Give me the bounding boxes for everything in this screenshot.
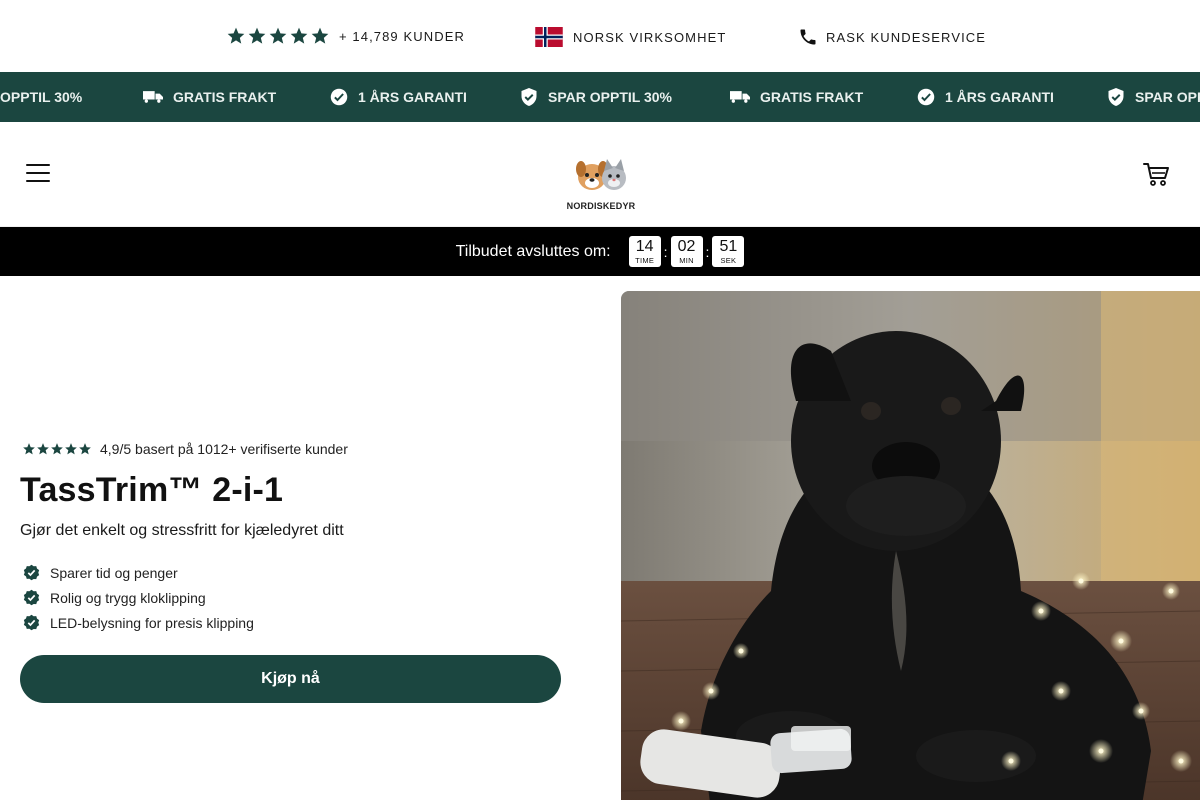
buy-now-button[interactable]: Kjøp nå (20, 655, 561, 703)
check-badge-icon (23, 589, 40, 606)
feature-label: LED-belysning for presis klipping (50, 614, 254, 631)
countdown-separator: : (663, 243, 668, 260)
countdown-minutes: 02 MIN (670, 236, 703, 267)
marquee-label: GRATIS FRAKT (173, 89, 277, 105)
site-logo[interactable]: NORDISKEDYR (562, 147, 640, 235)
feature-item: LED-belysning for presis klipping (20, 610, 561, 635)
dog-cat-logo-icon (576, 159, 626, 190)
marquee-label: OPPTIL 30% (0, 89, 83, 105)
trust-norwegian: NORSK VIRKSOMHET (535, 27, 726, 47)
marquee-item: OPPTIL 30% (0, 72, 82, 122)
marquee-item: GRATIS FRAKT (143, 72, 276, 122)
check-badge-icon (23, 614, 40, 631)
check-badge-icon (23, 564, 40, 581)
customers-count: + 14,789 KUNDER (339, 28, 465, 44)
check-circle-icon (330, 88, 348, 106)
check-circle-icon (917, 88, 935, 106)
countdown-seconds: 51 SEK (712, 236, 745, 267)
hero-content: 4,9/5 basert på 1012+ verifiserte kunder… (20, 441, 561, 703)
marquee-item: 1 ÅRS GARANTI (917, 72, 1054, 122)
hamburger-icon (26, 164, 50, 166)
feature-list: Sparer tid og penger Rolig og trygg klok… (20, 560, 561, 635)
logo-text: NORDISKEDYR (566, 201, 636, 211)
minutes-unit: MIN (679, 255, 694, 265)
cart-button[interactable] (1142, 160, 1170, 188)
product-title: TassTrim™ 2-i-1 (20, 471, 284, 509)
menu-button[interactable] (26, 164, 50, 184)
shield-check-icon (1108, 88, 1124, 106)
product-subtitle: Gjør det enkelt og stressfritt for kjæle… (20, 522, 344, 539)
norway-flag-icon (535, 27, 563, 47)
product-hero: 4,9/5 basert på 1012+ verifiserte kunder… (0, 276, 1200, 800)
promo-marquee: OPPTIL 30% GRATIS FRAKT 1 ÅRS GARANTI SP… (0, 72, 1200, 122)
rating-summary: 4,9/5 basert på 1012+ verifiserte kunder (22, 441, 561, 457)
rating-text: 4,9/5 basert på 1012+ verifiserte kunder (100, 441, 348, 457)
feature-label: Rolig og trygg kloklipping (50, 589, 206, 606)
product-photo (621, 291, 1200, 800)
marquee-item: SPAR OPPTIL 30% (520, 72, 672, 122)
rating-stars-icon (226, 26, 330, 46)
marquee-label: SPAR OPPTIL 30% (548, 89, 672, 105)
seconds-unit: SEK (720, 255, 737, 265)
minutes-value: 02 (677, 237, 696, 255)
shield-check-icon (521, 88, 537, 106)
norwegian-text: NORSK VIRKSOMHET (573, 29, 727, 45)
truck-icon (730, 91, 750, 103)
marquee-item: SPAR OPP (1107, 72, 1200, 122)
rating-stars-icon (22, 442, 92, 456)
marquee-item: 1 ÅRS GARANTI (330, 72, 467, 122)
countdown-separator: : (705, 243, 710, 260)
feature-label: Sparer tid og penger (50, 564, 178, 581)
phone-icon (800, 29, 816, 45)
trust-bar: + 14,789 KUNDER NORSK VIRKSOMHET RASK KU… (0, 0, 1200, 72)
marquee-label: 1 ÅRS GARANTI (358, 89, 467, 105)
dog-with-nail-trimmer-image (621, 291, 1200, 800)
marquee-label: GRATIS FRAKT (760, 89, 864, 105)
marquee-label: 1 ÅRS GARANTI (945, 89, 1054, 105)
hours-value: 14 (635, 237, 654, 255)
hours-unit: TIME (635, 255, 655, 265)
seconds-value: 51 (719, 237, 738, 255)
trust-service: RASK KUNDESERVICE (798, 27, 986, 47)
countdown-label: Tilbudet avsluttes om: (455, 242, 611, 260)
marquee-item: GRATIS FRAKT (730, 72, 863, 122)
cart-icon (1143, 163, 1169, 186)
countdown-hours: 14 TIME (628, 236, 661, 267)
trust-customers: + 14,789 KUNDER (226, 26, 465, 46)
marquee-label: SPAR OPP (1135, 89, 1200, 105)
feature-item: Sparer tid og penger (20, 560, 561, 585)
truck-icon (143, 91, 163, 103)
site-header: NORDISKEDYR (0, 122, 1200, 227)
feature-item: Rolig og trygg kloklipping (20, 585, 561, 610)
hamburger-line (26, 172, 50, 174)
hamburger-line (26, 180, 50, 182)
service-text: RASK KUNDESERVICE (826, 29, 987, 45)
